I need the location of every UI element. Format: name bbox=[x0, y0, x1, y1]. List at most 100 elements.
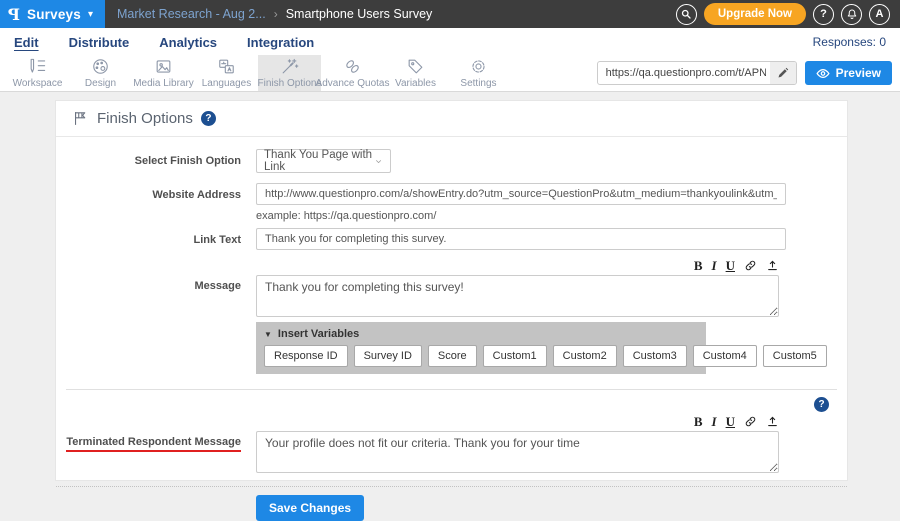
toolbar-item-advance-quotas[interactable]: Advance Quotas bbox=[321, 55, 384, 91]
tag-icon bbox=[406, 57, 425, 76]
tab-distribute[interactable]: Distribute bbox=[69, 33, 130, 50]
finish-options-panel: Finish Options ? Select Finish Option Th… bbox=[55, 100, 848, 481]
toolbar-label: Languages bbox=[202, 78, 252, 89]
variable-custom3[interactable]: Custom3 bbox=[623, 345, 687, 367]
pencil-icon bbox=[777, 67, 789, 79]
toolbar-item-design[interactable]: Design bbox=[69, 55, 132, 91]
message-textarea[interactable]: Thank you for completing this survey! bbox=[256, 275, 779, 317]
variable-score[interactable]: Score bbox=[428, 345, 477, 367]
page-title: Finish Options bbox=[97, 110, 193, 127]
question-mark-glyph: ? bbox=[205, 113, 211, 124]
variable-custom1[interactable]: Custom1 bbox=[483, 345, 547, 367]
toolbar-label: Design bbox=[85, 78, 116, 89]
survey-nav-tabs: Edit Distribute Analytics Integration Re… bbox=[0, 28, 900, 55]
chevron-down-icon: ▾ bbox=[88, 9, 93, 20]
upload-image-icon[interactable] bbox=[766, 415, 779, 428]
image-icon bbox=[154, 57, 173, 76]
preview-button[interactable]: Preview bbox=[805, 61, 892, 85]
selected-finish-option: Thank You Page with Link bbox=[264, 149, 374, 173]
terminated-message-textarea[interactable]: Your profile does not fit our criteria. … bbox=[256, 431, 779, 473]
website-address-row: Website Address bbox=[56, 183, 847, 205]
edit-toolbar: Workspace Design Media Library Languages… bbox=[0, 55, 900, 92]
dotted-divider bbox=[56, 486, 847, 487]
product-name: Surveys bbox=[27, 7, 81, 22]
gear-icon bbox=[469, 57, 488, 76]
terminated-help-row: ? bbox=[56, 390, 847, 414]
variable-response-id[interactable]: Response ID bbox=[264, 345, 348, 367]
toolbar-item-languages[interactable]: Languages bbox=[195, 55, 258, 91]
survey-url-box bbox=[597, 61, 797, 85]
variable-custom2[interactable]: Custom2 bbox=[553, 345, 617, 367]
link-icon[interactable] bbox=[744, 259, 757, 272]
link-text-input[interactable] bbox=[256, 228, 786, 250]
edit-url-button[interactable] bbox=[770, 62, 796, 84]
survey-url-input[interactable] bbox=[598, 67, 770, 79]
pen-list-icon bbox=[28, 57, 47, 76]
terminated-editor-toolbar: B I U bbox=[256, 414, 779, 429]
search-button[interactable] bbox=[676, 4, 697, 25]
toolbar-right-actions: Preview bbox=[597, 55, 900, 91]
variable-survey-id[interactable]: Survey ID bbox=[354, 345, 422, 367]
chain-links-icon bbox=[343, 57, 362, 76]
link-icon[interactable] bbox=[744, 415, 757, 428]
panel-header: Finish Options ? bbox=[56, 101, 847, 137]
toolbar-item-variables[interactable]: Variables bbox=[384, 55, 447, 91]
avatar-initial: A bbox=[876, 8, 884, 20]
toolbar-item-workspace[interactable]: Workspace bbox=[6, 55, 69, 91]
select-finish-option-label: Select Finish Option bbox=[56, 149, 241, 167]
website-address-label: Website Address bbox=[56, 183, 241, 201]
toolbar-label: Settings bbox=[460, 78, 496, 89]
breadcrumb-separator-icon: › bbox=[274, 7, 278, 21]
responses-count[interactable]: Responses: 0 bbox=[813, 35, 886, 49]
magic-wand-icon bbox=[280, 57, 299, 76]
underline-button[interactable]: U bbox=[726, 415, 735, 428]
toolbar-item-finish-options[interactable]: Finish Options bbox=[258, 55, 321, 91]
message-row: Message B I U Thank you for completing t… bbox=[56, 258, 847, 320]
italic-button[interactable]: I bbox=[712, 259, 717, 272]
questionpro-logo: P bbox=[8, 5, 20, 24]
finish-option-select[interactable]: Thank You Page with Link bbox=[256, 149, 391, 173]
top-header-bar: P Surveys ▾ Market Research - Aug 2... ›… bbox=[0, 0, 900, 28]
breadcrumb-survey-name[interactable]: Smartphone Users Survey bbox=[286, 7, 433, 21]
select-finish-option-row: Select Finish Option Thank You Page with… bbox=[56, 149, 847, 173]
variable-custom4[interactable]: Custom4 bbox=[693, 345, 757, 367]
eye-icon bbox=[816, 68, 830, 79]
bold-button[interactable]: B bbox=[694, 415, 703, 428]
underline-button[interactable]: U bbox=[726, 259, 735, 272]
italic-button[interactable]: I bbox=[712, 415, 717, 428]
finish-options-help-icon[interactable]: ? bbox=[201, 111, 216, 126]
palette-icon bbox=[91, 57, 110, 76]
website-address-input[interactable] bbox=[256, 183, 786, 205]
tab-integration[interactable]: Integration bbox=[247, 33, 314, 50]
save-row: Save Changes bbox=[256, 495, 847, 521]
message-label: Message bbox=[56, 258, 241, 292]
notifications-button[interactable] bbox=[841, 4, 862, 25]
avatar[interactable]: A bbox=[869, 4, 890, 25]
toolbar-item-settings[interactable]: Settings bbox=[447, 55, 510, 91]
caret-down-icon: ▼ bbox=[264, 330, 272, 339]
bold-button[interactable]: B bbox=[694, 259, 703, 272]
variable-buttons: Response ID Survey ID Score Custom1 Cust… bbox=[264, 345, 698, 367]
tab-analytics[interactable]: Analytics bbox=[159, 33, 217, 50]
variable-custom5[interactable]: Custom5 bbox=[763, 345, 827, 367]
link-text-label: Link Text bbox=[56, 228, 241, 246]
insert-variables-title: Insert Variables bbox=[278, 328, 359, 340]
header-actions: Upgrade Now ? A bbox=[676, 3, 900, 25]
finish-flag-icon bbox=[72, 110, 89, 127]
toolbar-label: Media Library bbox=[133, 78, 194, 89]
terminated-help-icon[interactable]: ? bbox=[814, 397, 829, 412]
upgrade-now-button[interactable]: Upgrade Now bbox=[704, 3, 806, 25]
select-chevron-icon bbox=[374, 156, 383, 167]
help-button[interactable]: ? bbox=[813, 4, 834, 25]
breadcrumb-folder[interactable]: Market Research - Aug 2... bbox=[117, 7, 266, 21]
terminated-message-label: Terminated Respondent Message bbox=[56, 414, 241, 452]
terminated-label-underlined: Terminated Respondent Message bbox=[66, 436, 241, 452]
upload-image-icon[interactable] bbox=[766, 259, 779, 272]
toolbar-item-media-library[interactable]: Media Library bbox=[132, 55, 195, 91]
toolbar-label: Finish Options bbox=[258, 78, 322, 89]
search-icon bbox=[680, 8, 692, 20]
save-changes-button[interactable]: Save Changes bbox=[256, 495, 364, 521]
tab-edit[interactable]: Edit bbox=[14, 33, 39, 50]
surveys-product-menu[interactable]: P Surveys ▾ bbox=[0, 0, 105, 28]
insert-variables-toggle[interactable]: ▼ Insert Variables bbox=[264, 326, 698, 345]
